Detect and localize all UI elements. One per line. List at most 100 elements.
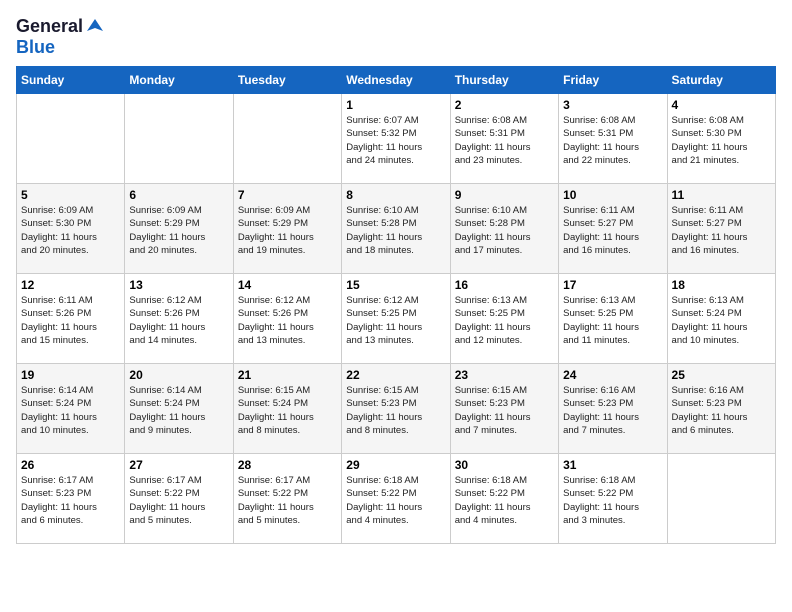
day-number: 27 <box>129 458 228 472</box>
calendar-cell: 14 Sunrise: 6:12 AM Sunset: 5:26 PM Dayli… <box>233 274 341 364</box>
day-info: Sunrise: 6:10 AM Sunset: 5:28 PM Dayligh… <box>455 204 554 257</box>
calendar-cell: 12 Sunrise: 6:11 AM Sunset: 5:26 PM Dayli… <box>17 274 125 364</box>
calendar-cell: 2 Sunrise: 6:08 AM Sunset: 5:31 PM Daylig… <box>450 94 558 184</box>
calendar-cell: 28 Sunrise: 6:17 AM Sunset: 5:22 PM Dayli… <box>233 454 341 544</box>
day-number: 7 <box>238 188 337 202</box>
calendar-cell: 31 Sunrise: 6:18 AM Sunset: 5:22 PM Dayli… <box>559 454 667 544</box>
calendar-cell: 22Sunrise: 6:15 AM Sunset: 5:23 PM Dayli… <box>342 364 450 454</box>
calendar-header-row: SundayMondayTuesdayWednesdayThursdayFrid… <box>17 67 776 94</box>
calendar-cell: 24 Sunrise: 6:16 AM Sunset: 5:23 PM Dayli… <box>559 364 667 454</box>
day-info: Sunrise: 6:18 AM Sunset: 5:22 PM Dayligh… <box>455 474 554 527</box>
day-info: Sunrise: 6:13 AM Sunset: 5:24 PM Dayligh… <box>672 294 771 347</box>
day-number: 13 <box>129 278 228 292</box>
calendar-cell: 1 Sunrise: 6:07 AM Sunset: 5:32 PM Daylig… <box>342 94 450 184</box>
header: General Blue <box>16 16 776 58</box>
calendar-cell: 17 Sunrise: 6:13 AM Sunset: 5:25 PM Dayli… <box>559 274 667 364</box>
day-number: 8 <box>346 188 445 202</box>
day-number: 5 <box>21 188 120 202</box>
day-number: 17 <box>563 278 662 292</box>
calendar-week-1: 1 Sunrise: 6:07 AM Sunset: 5:32 PM Daylig… <box>17 94 776 184</box>
day-info: Sunrise: 6:10 AM Sunset: 5:28 PM Dayligh… <box>346 204 445 257</box>
day-info: Sunrise: 6:12 AM Sunset: 5:25 PM Dayligh… <box>346 294 445 347</box>
day-info: Sunrise: 6:14 AM Sunset: 5:24 PM Dayligh… <box>21 384 120 437</box>
day-number: 29 <box>346 458 445 472</box>
calendar-cell <box>667 454 775 544</box>
day-info: Sunrise: 6:17 AM Sunset: 5:22 PM Dayligh… <box>238 474 337 527</box>
day-info: Sunrise: 6:15 AM Sunset: 5:23 PM Dayligh… <box>346 384 445 437</box>
day-number: 12 <box>21 278 120 292</box>
day-number: 21 <box>238 368 337 382</box>
day-info: Sunrise: 6:16 AM Sunset: 5:23 PM Dayligh… <box>563 384 662 437</box>
day-info: Sunrise: 6:11 AM Sunset: 5:27 PM Dayligh… <box>563 204 662 257</box>
day-number: 16 <box>455 278 554 292</box>
logo: General Blue <box>16 16 105 58</box>
header-thursday: Thursday <box>450 67 558 94</box>
calendar-cell: 8 Sunrise: 6:10 AM Sunset: 5:28 PM Daylig… <box>342 184 450 274</box>
calendar-cell: 15 Sunrise: 6:12 AM Sunset: 5:25 PM Dayli… <box>342 274 450 364</box>
day-info: Sunrise: 6:13 AM Sunset: 5:25 PM Dayligh… <box>563 294 662 347</box>
day-number: 6 <box>129 188 228 202</box>
day-number: 14 <box>238 278 337 292</box>
calendar-week-3: 12 Sunrise: 6:11 AM Sunset: 5:26 PM Dayli… <box>17 274 776 364</box>
day-info: Sunrise: 6:09 AM Sunset: 5:29 PM Dayligh… <box>129 204 228 257</box>
day-number: 24 <box>563 368 662 382</box>
day-info: Sunrise: 6:15 AM Sunset: 5:23 PM Dayligh… <box>455 384 554 437</box>
day-number: 28 <box>238 458 337 472</box>
calendar-cell: 21 Sunrise: 6:15 AM Sunset: 5:24 PM Dayli… <box>233 364 341 454</box>
calendar-cell: 10 Sunrise: 6:11 AM Sunset: 5:27 PM Dayli… <box>559 184 667 274</box>
calendar-cell: 5 Sunrise: 6:09 AM Sunset: 5:30 PM Daylig… <box>17 184 125 274</box>
day-info: Sunrise: 6:12 AM Sunset: 5:26 PM Dayligh… <box>238 294 337 347</box>
calendar-week-2: 5 Sunrise: 6:09 AM Sunset: 5:30 PM Daylig… <box>17 184 776 274</box>
header-monday: Monday <box>125 67 233 94</box>
calendar-cell: 29 Sunrise: 6:18 AM Sunset: 5:22 PM Dayli… <box>342 454 450 544</box>
logo-general: General <box>16 16 83 37</box>
calendar-cell: 3 Sunrise: 6:08 AM Sunset: 5:31 PM Daylig… <box>559 94 667 184</box>
calendar-cell: 18 Sunrise: 6:13 AM Sunset: 5:24 PM Dayli… <box>667 274 775 364</box>
calendar-cell: 6 Sunrise: 6:09 AM Sunset: 5:29 PM Daylig… <box>125 184 233 274</box>
header-wednesday: Wednesday <box>342 67 450 94</box>
day-number: 9 <box>455 188 554 202</box>
day-number: 19 <box>21 368 120 382</box>
day-number: 15 <box>346 278 445 292</box>
day-number: 26 <box>21 458 120 472</box>
day-number: 11 <box>672 188 771 202</box>
header-saturday: Saturday <box>667 67 775 94</box>
day-info: Sunrise: 6:13 AM Sunset: 5:25 PM Dayligh… <box>455 294 554 347</box>
day-info: Sunrise: 6:16 AM Sunset: 5:23 PM Dayligh… <box>672 384 771 437</box>
day-info: Sunrise: 6:11 AM Sunset: 5:26 PM Dayligh… <box>21 294 120 347</box>
day-info: Sunrise: 6:08 AM Sunset: 5:31 PM Dayligh… <box>563 114 662 167</box>
day-number: 25 <box>672 368 771 382</box>
day-number: 18 <box>672 278 771 292</box>
day-number: 31 <box>563 458 662 472</box>
calendar-cell: 11Sunrise: 6:11 AM Sunset: 5:27 PM Dayli… <box>667 184 775 274</box>
calendar-cell <box>125 94 233 184</box>
day-info: Sunrise: 6:17 AM Sunset: 5:22 PM Dayligh… <box>129 474 228 527</box>
calendar-cell: 13 Sunrise: 6:12 AM Sunset: 5:26 PM Dayli… <box>125 274 233 364</box>
header-friday: Friday <box>559 67 667 94</box>
calendar-cell: 20Sunrise: 6:14 AM Sunset: 5:24 PM Dayli… <box>125 364 233 454</box>
calendar-cell: 30Sunrise: 6:18 AM Sunset: 5:22 PM Dayli… <box>450 454 558 544</box>
day-info: Sunrise: 6:09 AM Sunset: 5:29 PM Dayligh… <box>238 204 337 257</box>
logo-blue: Blue <box>16 37 55 57</box>
calendar-cell: 7 Sunrise: 6:09 AM Sunset: 5:29 PM Daylig… <box>233 184 341 274</box>
calendar-cell <box>17 94 125 184</box>
day-number: 1 <box>346 98 445 112</box>
calendar-cell: 19 Sunrise: 6:14 AM Sunset: 5:24 PM Dayli… <box>17 364 125 454</box>
day-info: Sunrise: 6:15 AM Sunset: 5:24 PM Dayligh… <box>238 384 337 437</box>
day-number: 2 <box>455 98 554 112</box>
day-number: 3 <box>563 98 662 112</box>
calendar-week-4: 19 Sunrise: 6:14 AM Sunset: 5:24 PM Dayli… <box>17 364 776 454</box>
header-tuesday: Tuesday <box>233 67 341 94</box>
day-info: Sunrise: 6:17 AM Sunset: 5:23 PM Dayligh… <box>21 474 120 527</box>
day-number: 10 <box>563 188 662 202</box>
day-info: Sunrise: 6:08 AM Sunset: 5:31 PM Dayligh… <box>455 114 554 167</box>
day-info: Sunrise: 6:09 AM Sunset: 5:30 PM Dayligh… <box>21 204 120 257</box>
day-info: Sunrise: 6:12 AM Sunset: 5:26 PM Dayligh… <box>129 294 228 347</box>
calendar-cell: 23 Sunrise: 6:15 AM Sunset: 5:23 PM Dayli… <box>450 364 558 454</box>
day-number: 23 <box>455 368 554 382</box>
calendar-table: SundayMondayTuesdayWednesdayThursdayFrid… <box>16 66 776 544</box>
day-info: Sunrise: 6:18 AM Sunset: 5:22 PM Dayligh… <box>563 474 662 527</box>
day-info: Sunrise: 6:07 AM Sunset: 5:32 PM Dayligh… <box>346 114 445 167</box>
day-info: Sunrise: 6:18 AM Sunset: 5:22 PM Dayligh… <box>346 474 445 527</box>
day-number: 4 <box>672 98 771 112</box>
